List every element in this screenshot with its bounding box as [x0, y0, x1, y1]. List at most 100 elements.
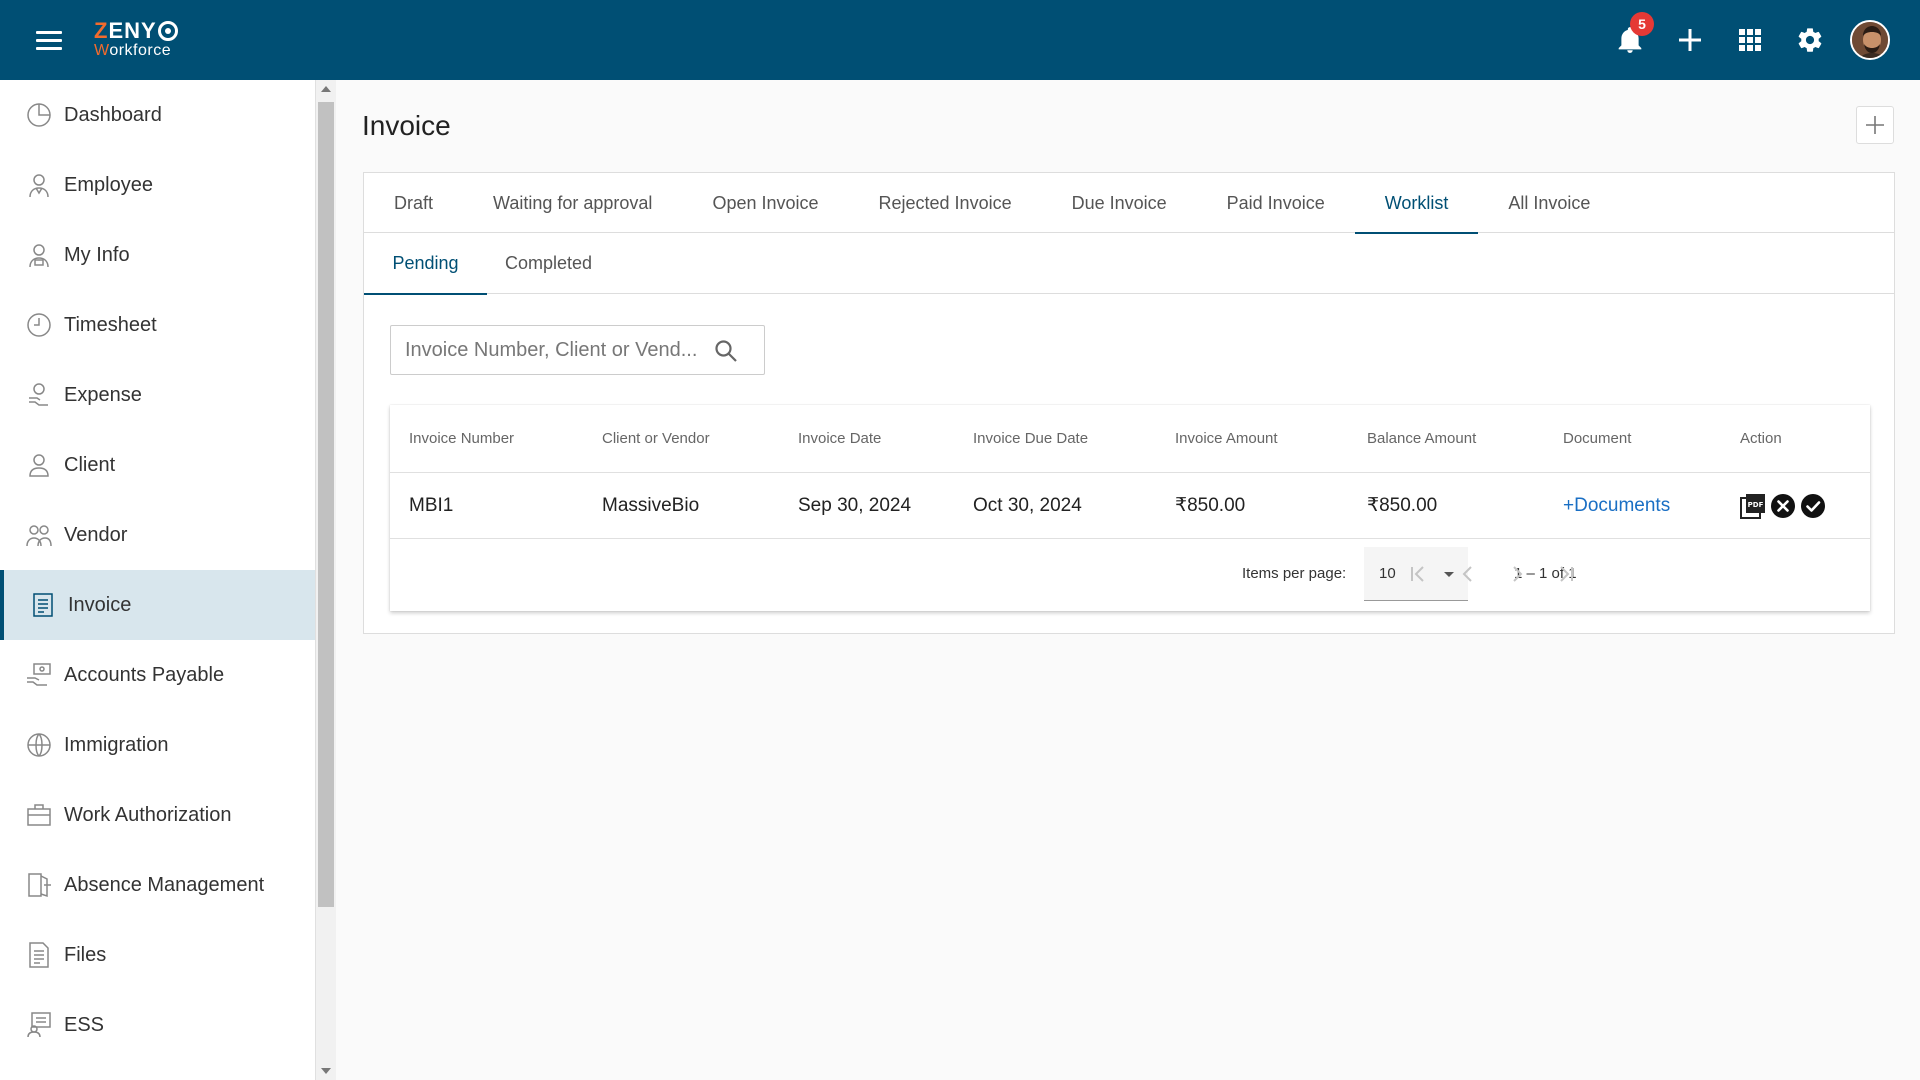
notifications-button[interactable]: 5 [1608, 12, 1654, 62]
sidebar-item-label: Immigration [64, 733, 169, 756]
dashboard-icon [26, 102, 52, 128]
sidebar-item-label: Dashboard [64, 103, 162, 126]
search-icon[interactable] [714, 339, 738, 368]
items-per-page-label: Items per page: [1242, 565, 1347, 582]
gear-icon [1798, 28, 1822, 52]
sidebar-item-label: Client [64, 453, 116, 476]
reject-icon[interactable] [1770, 493, 1796, 519]
subtab-completed[interactable]: Completed [487, 233, 610, 294]
plus-icon [1679, 29, 1701, 51]
sidebar-item-client[interactable]: Client [0, 430, 315, 500]
tab-worklist[interactable]: Worklist [1354, 173, 1479, 234]
cell-invoice-due-date: Oct 30, 2024 [973, 494, 1082, 516]
sidebar-item-label: My Info [64, 243, 130, 266]
apps-grid-icon [1739, 29, 1761, 51]
search-input[interactable] [405, 338, 705, 362]
menu-icon[interactable] [36, 31, 62, 51]
client-icon [26, 452, 52, 478]
sidebar-item-my-info[interactable]: My Info [0, 220, 315, 290]
header-invoice-amount[interactable]: Invoice Amount [1175, 430, 1278, 447]
door-icon [26, 872, 52, 898]
sidebar-item-label: Employee [64, 173, 153, 196]
cell-invoice-date: Sep 30, 2024 [798, 494, 912, 516]
sidebar-item-work-authorization[interactable]: Work Authorization [0, 780, 315, 850]
top-bar: Z ENY Workforce 5 [0, 0, 1920, 80]
tab-rejected-invoice[interactable]: Rejected Invoice [849, 173, 1042, 233]
header-invoice-date[interactable]: Invoice Date [798, 430, 881, 447]
table-header: Invoice Number Client or Vendor Invoice … [390, 405, 1870, 473]
header-action: Action [1740, 430, 1782, 447]
sidebar-item-label: Absence Management [64, 873, 265, 896]
plus-icon [1866, 116, 1884, 134]
sidebar-item-absence-management[interactable]: Absence Management [0, 850, 315, 920]
cell-balance-amount: ₹850.00 [1367, 495, 1438, 516]
header-invoice-number[interactable]: Invoice Number [409, 430, 514, 447]
header-invoice-due-date[interactable]: Invoice Due Date [973, 430, 1088, 447]
sidebar-item-timesheet[interactable]: Timesheet [0, 290, 315, 360]
sidebar-item-vendor[interactable]: Vendor [0, 500, 315, 570]
add-button[interactable] [1668, 18, 1712, 62]
sidebar-item-label: Vendor [64, 523, 128, 546]
expense-icon [26, 382, 52, 408]
invoice-icon [30, 592, 56, 618]
avatar [1850, 20, 1890, 60]
first-page-icon [1411, 566, 1424, 582]
invoice-tabs: Draft Waiting for approval Open Invoice … [364, 173, 1894, 234]
subtab-pending[interactable]: Pending [364, 233, 487, 295]
sidebar-item-employee[interactable]: Employee [0, 150, 315, 220]
briefcase-icon [26, 802, 52, 828]
cell-invoice-amount: ₹850.00 [1175, 495, 1246, 516]
scrollbar-thumb[interactable] [318, 102, 334, 907]
sidebar-item-accounts-payable[interactable]: Accounts Payable [0, 640, 315, 710]
add-invoice-button[interactable] [1856, 106, 1894, 144]
tab-waiting-for-approval[interactable]: Waiting for approval [463, 173, 682, 233]
sidebar-item-label: Invoice [68, 593, 132, 616]
sidebar-item-expense[interactable]: Expense [0, 360, 315, 430]
tab-all-invoice[interactable]: All Invoice [1478, 173, 1620, 233]
page-title: Invoice [362, 110, 451, 141]
tab-draft[interactable]: Draft [364, 173, 463, 233]
first-page-button[interactable] [1403, 559, 1433, 589]
sidebar-item-invoice[interactable]: Invoice [0, 570, 315, 640]
sidebar-item-files[interactable]: Files [0, 920, 315, 990]
ess-icon [26, 1012, 52, 1038]
tab-due-invoice[interactable]: Due Invoice [1042, 173, 1197, 233]
cell-invoice-number: MBI1 [409, 494, 454, 516]
next-page-button[interactable] [1502, 559, 1532, 589]
sidebar-item-label: Timesheet [64, 313, 157, 336]
sidebar-item-label: Files [64, 943, 107, 966]
header-balance-amount[interactable]: Balance Amount [1367, 430, 1476, 447]
apps-button[interactable] [1728, 18, 1772, 62]
scroll-up-icon[interactable] [321, 86, 331, 92]
tab-open-invoice[interactable]: Open Invoice [682, 173, 848, 233]
table-row: MBI1 MassiveBio Sep 30, 2024 Oct 30, 202… [390, 473, 1870, 539]
logo[interactable]: Z ENY Workforce [94, 20, 178, 59]
svg-text:PDF: PDF [1748, 501, 1764, 509]
sidebar-item-label: ESS [64, 1013, 105, 1036]
approve-icon[interactable] [1800, 493, 1826, 519]
invoice-card: Draft Waiting for approval Open Invoice … [363, 172, 1895, 634]
header-client-or-vendor[interactable]: Client or Vendor [602, 430, 710, 447]
sidebar-item-dashboard[interactable]: Dashboard [0, 80, 315, 150]
last-page-button[interactable] [1551, 559, 1581, 589]
documents-link[interactable]: +Documents [1563, 495, 1670, 517]
sidebar-item-label: Work Authorization [64, 803, 232, 826]
profile-button[interactable] [1848, 18, 1892, 62]
scroll-down-icon[interactable] [321, 1068, 331, 1074]
sidebar: Dashboard Employee My Info Timesheet Exp… [0, 80, 316, 1080]
search-box [390, 325, 765, 375]
clock-icon [26, 312, 52, 338]
sidebar-item-immigration[interactable]: Immigration [0, 710, 315, 780]
settings-button[interactable] [1788, 18, 1832, 62]
accounts-payable-icon [26, 662, 52, 688]
file-icon [26, 942, 52, 968]
last-page-icon [1560, 566, 1573, 582]
sidebar-scrollbar[interactable] [316, 80, 336, 1080]
my-info-icon [26, 242, 52, 268]
previous-page-button[interactable] [1453, 559, 1483, 589]
pdf-icon[interactable]: PDF [1740, 493, 1766, 519]
tab-paid-invoice[interactable]: Paid Invoice [1197, 173, 1355, 233]
sidebar-item-ess[interactable]: ESS [0, 990, 315, 1060]
row-actions: PDF [1740, 493, 1830, 519]
cell-client-or-vendor: MassiveBio [602, 494, 700, 516]
